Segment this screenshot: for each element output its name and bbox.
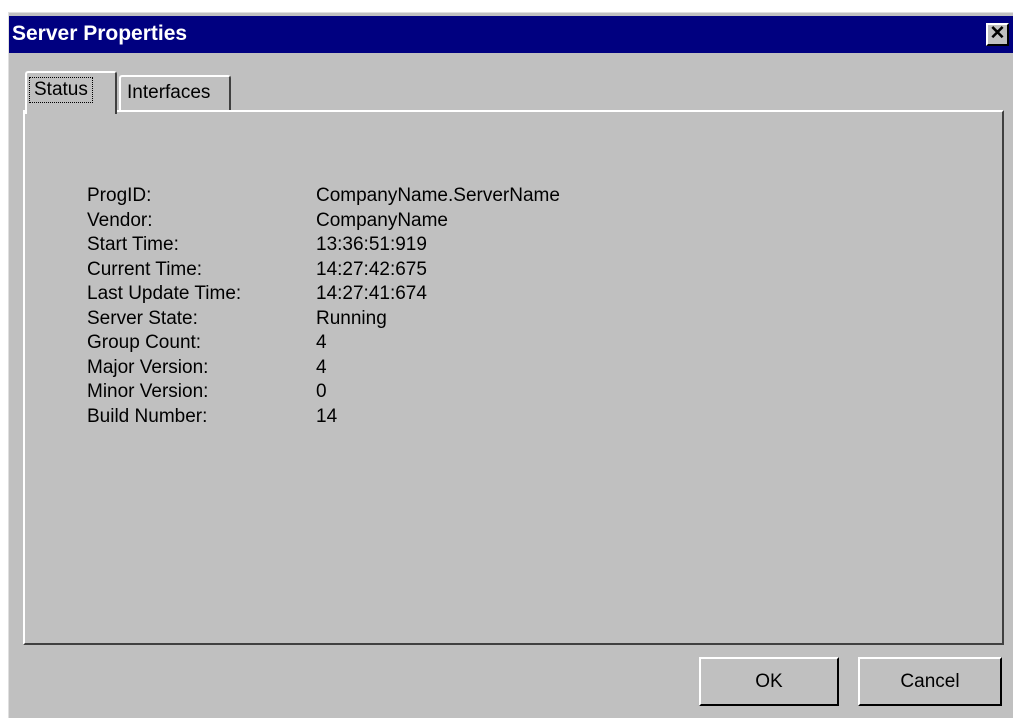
property-label: Build Number: xyxy=(87,405,208,427)
property-label: Minor Version: xyxy=(87,381,209,402)
status-panel: ProgID: CompanyName.ServerName Vendor: C… xyxy=(23,110,1004,645)
property-label: Start Time: xyxy=(87,234,179,255)
property-value: CompanyName.ServerName xyxy=(316,185,560,206)
property-value: 14:27:41:674 xyxy=(316,283,427,304)
property-value: 4 xyxy=(316,332,327,353)
property-label: Major Version: xyxy=(87,356,209,378)
property-label: Vendor: xyxy=(87,209,153,231)
tab-interfaces[interactable]: Interfaces xyxy=(119,75,231,111)
property-label: Current Time: xyxy=(87,258,203,280)
property-label: Group Count: xyxy=(87,332,202,353)
tab-interfaces-label: Interfaces xyxy=(127,82,211,103)
window-title: Server Properties xyxy=(12,22,188,45)
property-value: 4 xyxy=(316,356,327,378)
ok-button[interactable]: OK xyxy=(699,657,839,706)
property-value: 14:27:42:675 xyxy=(316,258,427,280)
property-value: 13:36:51:919 xyxy=(316,234,427,255)
property-label: Last Update Time: xyxy=(87,283,242,304)
property-label: Server State: xyxy=(87,307,198,329)
cancel-button[interactable]: Cancel xyxy=(858,657,1002,706)
tab-status[interactable]: Status xyxy=(25,71,117,114)
property-value: Running xyxy=(316,307,387,329)
title-bar[interactable]: Server Properties ✕ xyxy=(9,16,1013,53)
property-value: CompanyName xyxy=(316,209,448,231)
server-properties-dialog: Server Properties ✕ Status Interfaces Pr… xyxy=(8,12,1013,718)
property-label: ProgID: xyxy=(87,185,152,206)
property-value: 14 xyxy=(316,405,338,427)
property-value: 0 xyxy=(316,381,327,402)
close-icon[interactable]: ✕ xyxy=(986,23,1009,46)
tab-status-label: Status xyxy=(29,77,93,103)
